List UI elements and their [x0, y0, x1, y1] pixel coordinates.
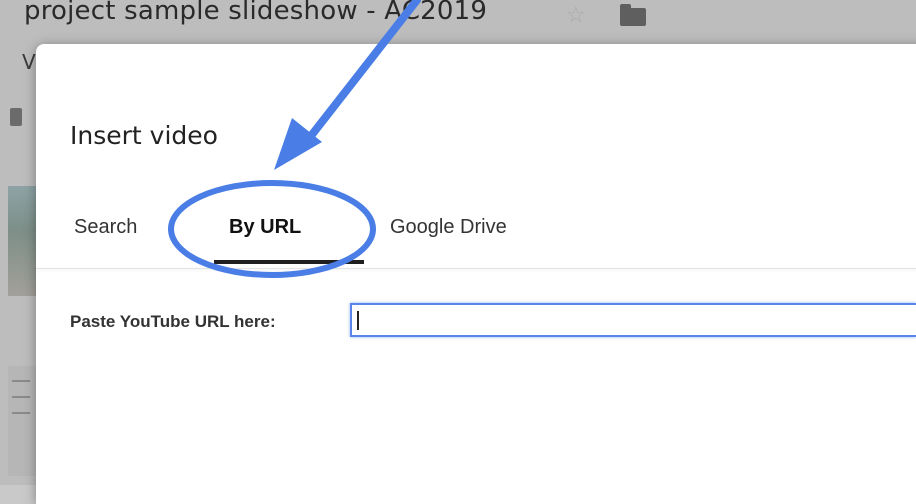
- dialog-title: Insert video: [70, 121, 218, 150]
- tab-google-drive[interactable]: Google Drive: [390, 212, 507, 242]
- youtube-url-input[interactable]: [350, 303, 916, 337]
- slide-thumbnail: [8, 186, 36, 296]
- menu-letter: V: [22, 50, 36, 74]
- text-caret: [357, 311, 359, 330]
- slide-thumbnail-rail: [0, 88, 36, 485]
- selected-tab-indicator: [214, 260, 364, 264]
- folder-icon: [620, 4, 646, 26]
- tab-divider: [36, 268, 916, 269]
- slide-thumbnail: [8, 366, 36, 476]
- document-title: project sample slideshow - AC2019: [24, 0, 488, 26]
- tab-search[interactable]: Search: [74, 212, 137, 242]
- dialog-tabs: Search By URL Google Drive: [36, 204, 916, 266]
- url-field-label: Paste YouTube URL here:: [70, 312, 276, 331]
- paint-format-icon: [10, 108, 22, 126]
- star-icon: ☆: [566, 2, 586, 27]
- tab-by-url[interactable]: By URL: [229, 212, 301, 242]
- insert-video-dialog: [36, 44, 916, 504]
